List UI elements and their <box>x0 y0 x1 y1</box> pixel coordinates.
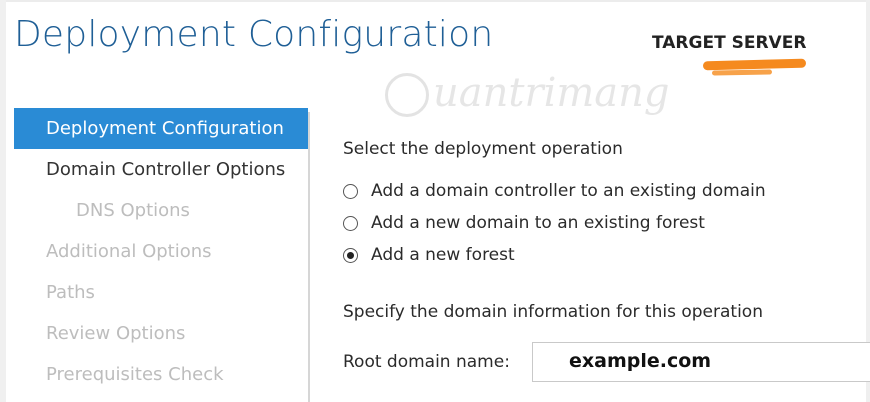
nav-item-label: Review Options <box>46 323 186 344</box>
redaction-mark-tail <box>711 69 773 76</box>
redaction-mark <box>702 58 807 71</box>
page-title: Deployment Configuration <box>14 14 494 55</box>
window-left-edge <box>0 0 6 402</box>
nav-item-label: Domain Controller Options <box>46 159 286 180</box>
option-existing-forest[interactable]: Add a new domain to an existing forest <box>343 210 705 236</box>
nav-item-domain-controller-options[interactable]: Domain Controller Options <box>14 149 308 190</box>
nav-item-label: Prerequisites Check <box>46 364 224 385</box>
option-new-forest[interactable]: Add a new forest <box>343 242 515 268</box>
nav-item-deployment-configuration[interactable]: Deployment Configuration <box>14 108 308 149</box>
root-domain-input[interactable]: example.com <box>532 342 870 382</box>
nav-divider <box>308 112 310 402</box>
nav-item-paths: Paths <box>14 272 308 313</box>
watermark-circle-icon <box>385 73 429 117</box>
nav-item-dns-options: DNS Options <box>14 190 308 231</box>
option-existing-domain[interactable]: Add a domain controller to an existing d… <box>343 178 766 204</box>
watermark-text: uantrimang <box>433 70 670 116</box>
radio-button-selected[interactable] <box>343 247 358 263</box>
nav-item-prerequisites-check: Prerequisites Check <box>14 354 308 395</box>
nav-item-review-options: Review Options <box>14 313 308 354</box>
nav-item-additional-options: Additional Options <box>14 231 308 272</box>
wizard-nav: Deployment Configuration Domain Controll… <box>14 108 308 395</box>
option-label: Add a new domain to an existing forest <box>371 213 705 233</box>
option-label: Add a domain controller to an existing d… <box>371 181 766 201</box>
target-server-label: TARGET SERVER <box>652 33 807 53</box>
root-domain-label: Root domain name: <box>343 352 510 372</box>
nav-item-label: Paths <box>46 282 95 303</box>
domain-info-prompt: Specify the domain information for this … <box>343 302 763 322</box>
operation-prompt: Select the deployment operation <box>343 139 623 159</box>
radio-button[interactable] <box>343 183 358 199</box>
radio-button[interactable] <box>343 215 358 231</box>
option-label: Add a new forest <box>371 245 515 265</box>
window-top-edge <box>0 0 870 2</box>
nav-item-label: DNS Options <box>76 200 190 221</box>
root-domain-value: example.com <box>569 350 712 372</box>
nav-item-label: Deployment Configuration <box>46 118 284 139</box>
nav-item-label: Additional Options <box>46 241 212 262</box>
watermark-logo: uantrimang <box>383 67 670 129</box>
